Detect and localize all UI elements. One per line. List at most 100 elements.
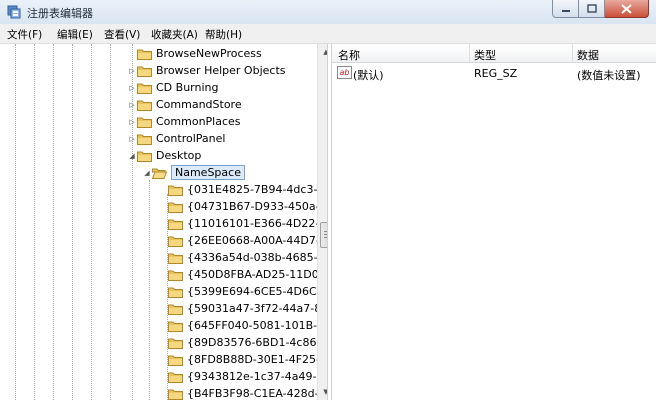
folder-icon (168, 371, 183, 383)
expand-arrow-icon[interactable]: ▷ (127, 118, 137, 126)
folder-icon (168, 354, 183, 366)
folder-icon (168, 286, 183, 298)
column-data[interactable]: 数据 (577, 47, 599, 63)
list-item[interactable]: ab (默认) REG_SZ (数值未设置) (332, 64, 656, 82)
tree-item-label: {9343812e-1c37-4a49-a1 (187, 370, 328, 383)
expand-arrow-icon[interactable]: ▷ (127, 135, 137, 143)
tree-item[interactable]: ◢ NameSpace (142, 164, 245, 181)
folder-icon (168, 269, 183, 281)
tree-item-label: {26EE0668-A00A-44D7-9 (187, 234, 327, 247)
minimize-button[interactable] (552, 0, 579, 18)
value-type: REG_SZ (474, 67, 518, 80)
folder-icon (137, 65, 152, 77)
expand-arrow-icon[interactable]: ▷ (127, 67, 137, 75)
registry-tree[interactable]: BrowseNewProcess ▷ Browser Helper Objects ▷… (6, 44, 328, 400)
maximize-button[interactable] (579, 0, 605, 18)
tree-item-label: {8FD8B88D-30E1-4F25-A (187, 353, 328, 366)
expand-arrow-icon[interactable]: ▷ (127, 101, 137, 109)
folder-icon (168, 303, 183, 315)
tree-item-label: Desktop (156, 149, 202, 162)
menu-favorites[interactable]: 收藏夹(A) (151, 27, 198, 42)
regedit-icon (7, 4, 23, 20)
folder-icon (137, 48, 152, 60)
tree-item[interactable]: {26EE0668-A00A-44D7-9 (158, 232, 327, 249)
folder-icon (168, 184, 183, 196)
folder-icon (168, 337, 183, 349)
tree-item[interactable]: {4336a54d-038b-4685-a (158, 249, 324, 266)
tree-item-label: {4336a54d-038b-4685-a (187, 251, 325, 264)
folder-icon (168, 252, 183, 264)
scroll-down-icon[interactable]: ▼ (320, 385, 327, 399)
open-folder-icon (152, 167, 167, 179)
tree-item[interactable]: {8FD8B88D-30E1-4F25-A (158, 351, 327, 368)
tree-item-label: {B4FB3F98-C1EA-428d-A (187, 387, 326, 400)
menu-help[interactable]: 帮助(H) (205, 27, 242, 42)
tree-item[interactable]: {89D83576-6BD1-4c86-9 (158, 334, 327, 351)
folder-icon (137, 116, 152, 128)
tree-item-label: BrowseNewProcess (156, 47, 262, 60)
tree-item-label: Browser Helper Objects (156, 64, 286, 77)
tree-item[interactable]: ▷ ControlPanel (127, 130, 225, 147)
tree-item[interactable]: ▷ CD Burning (127, 79, 218, 96)
string-value-icon: ab (337, 66, 352, 79)
folder-icon (137, 82, 152, 94)
minimize-icon (561, 9, 570, 12)
tree-item[interactable]: {59031a47-3f72-44a7-89 (158, 300, 328, 317)
column-type[interactable]: 类型 (474, 47, 496, 63)
values-list[interactable]: 名称 类型 数据 ab (默认) REG_SZ (数值未设置) (331, 44, 656, 400)
menu-file[interactable]: 文件(F) (7, 27, 42, 42)
folder-icon (137, 150, 152, 162)
tree-item-label: {89D83576-6BD1-4c86-9 (187, 336, 328, 349)
menu-view[interactable]: 查看(V) (104, 27, 140, 42)
tree-item-label: {11016101-E366-4D22-B (187, 217, 327, 230)
tree-item[interactable]: ◢ Desktop (127, 147, 201, 164)
tree-item-label: {031E4825-7B94-4dc3-B (187, 183, 325, 196)
tree-item-label: {59031a47-3f72-44a7-89 (187, 302, 328, 315)
title-bar: 注册表编辑器 (0, 0, 656, 25)
maximize-icon (586, 4, 597, 13)
tree-item[interactable]: ▷ CommandStore (127, 96, 242, 113)
tree-item[interactable]: {645FF040-5081-101B-9F (158, 317, 328, 334)
folder-icon (168, 218, 183, 230)
tree-item[interactable]: {9343812e-1c37-4a49-a1 (158, 368, 328, 385)
tree-item-label: {645FF040-5081-101B-9F (187, 319, 328, 332)
column-name[interactable]: 名称 (338, 47, 360, 63)
tree-item-label: {450D8FBA-AD25-11D0- (187, 268, 323, 281)
tree-item[interactable]: {5399E694-6CE5-4D6C-8 (158, 283, 328, 300)
tree-item[interactable]: ▷ Browser Helper Objects (127, 62, 286, 79)
list-header: 名称 类型 数据 (332, 44, 656, 63)
folder-icon (137, 133, 152, 145)
scroll-up-icon[interactable]: ▲ (320, 45, 327, 59)
tree-scrollbar[interactable]: ▲ ▼ (317, 44, 327, 400)
tree-item-label: CommandStore (156, 98, 242, 111)
folder-icon (168, 235, 183, 247)
value-name: (默认) (353, 69, 384, 82)
tree-item[interactable]: {450D8FBA-AD25-11D0- (158, 266, 323, 283)
scroll-thumb[interactable] (320, 222, 327, 248)
tree-item-label: ControlPanel (156, 132, 226, 145)
menu-bar: 文件(F) 编辑(E) 查看(V) 收藏夹(A) 帮助(H) (0, 24, 656, 44)
tree-item[interactable]: {04731B67-D933-450a-9 (158, 198, 327, 215)
tree-item[interactable]: ▷ CommonPlaces (127, 113, 241, 130)
tree-item-label: {5399E694-6CE5-4D6C-8 (187, 285, 328, 298)
tree-item[interactable]: {031E4825-7B94-4dc3-B (158, 181, 325, 198)
expand-arrow-icon[interactable]: ◢ (142, 169, 152, 177)
menu-edit[interactable]: 编辑(E) (57, 27, 93, 42)
value-data: (数值未设置) (577, 69, 641, 82)
folder-icon (168, 388, 183, 400)
tree-item[interactable]: BrowseNewProcess (127, 45, 262, 62)
tree-item[interactable]: {11016101-E366-4D22-B (158, 215, 326, 232)
tree-item-label: {04731B67-D933-450a-9 (187, 200, 327, 213)
tree-item[interactable]: {B4FB3F98-C1EA-428d-A (158, 385, 326, 400)
expand-arrow-icon[interactable]: ▷ (127, 84, 137, 92)
folder-icon (137, 99, 152, 111)
expand-arrow-icon[interactable]: ◢ (127, 152, 137, 160)
folder-icon (168, 201, 183, 213)
tree-item-label: CommonPlaces (156, 115, 241, 128)
window-title: 注册表编辑器 (27, 7, 93, 20)
tree-item-label: NameSpace (171, 165, 245, 180)
folder-icon (168, 320, 183, 332)
close-button[interactable] (605, 0, 649, 18)
tree-item-label: CD Burning (156, 81, 219, 94)
close-icon (621, 3, 632, 14)
